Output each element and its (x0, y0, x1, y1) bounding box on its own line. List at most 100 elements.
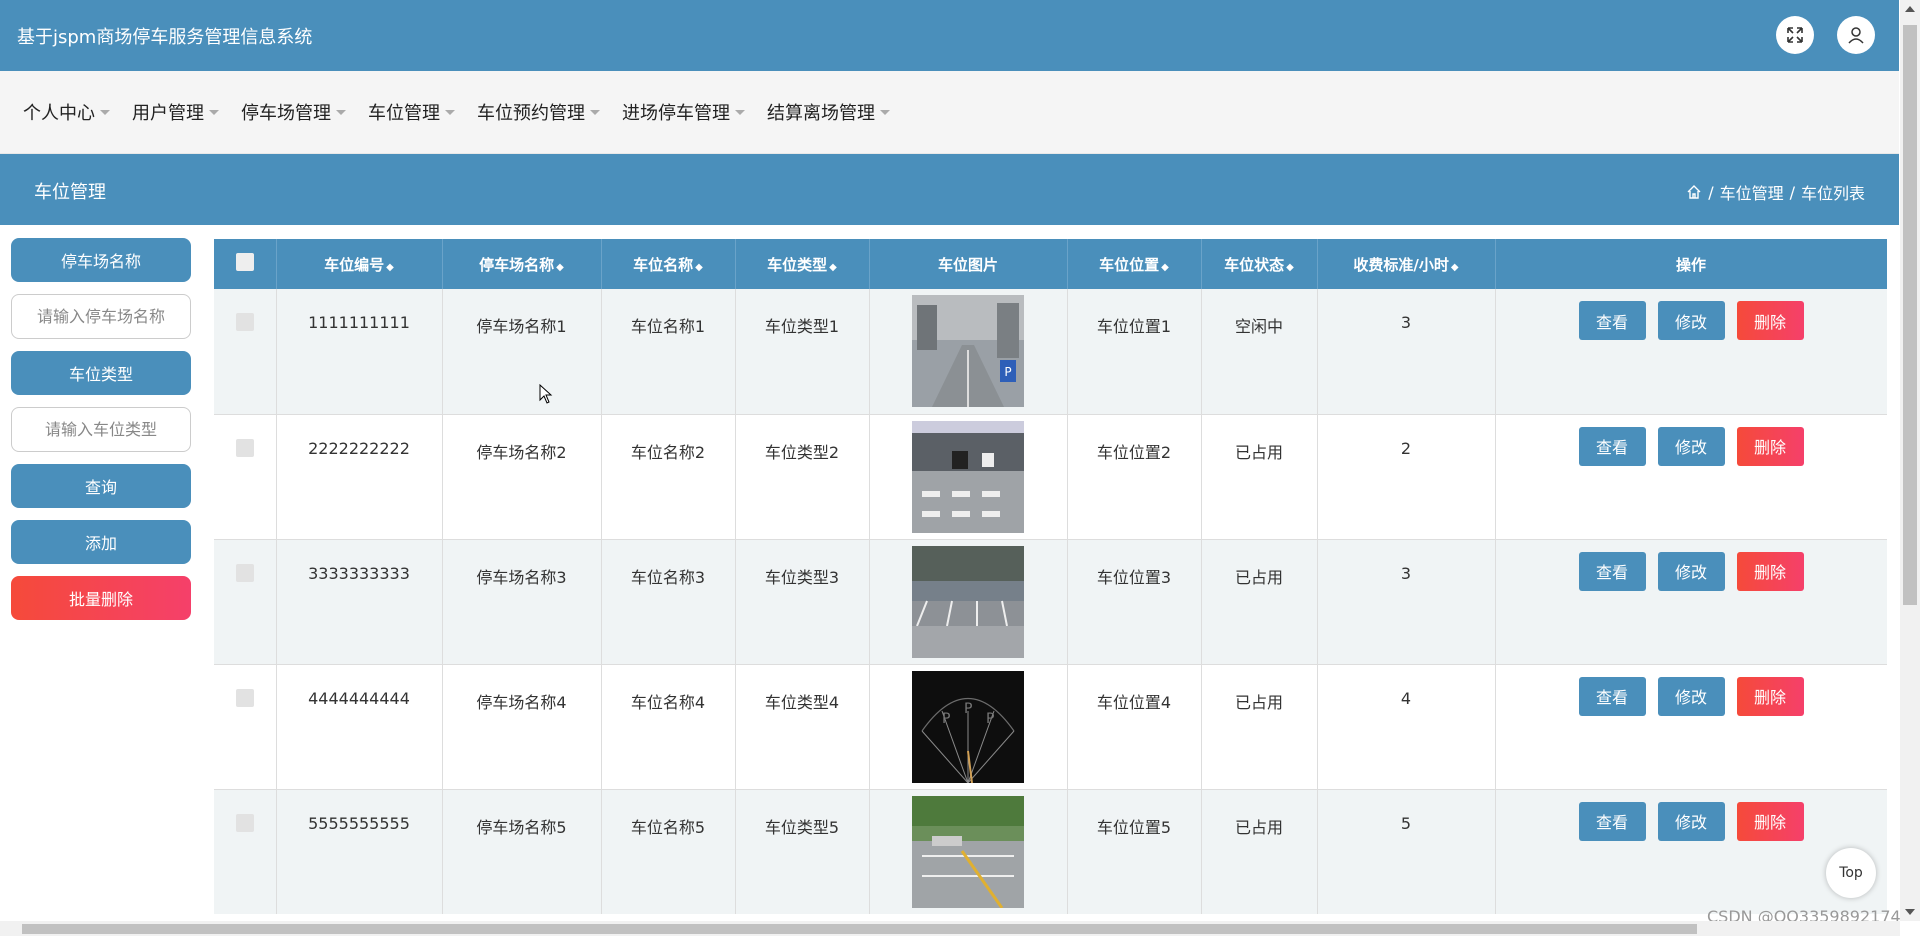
nav-label: 用户管理 (132, 103, 204, 124)
select-all-header (214, 239, 277, 289)
spot-position-cell: 车位位置4 (1067, 664, 1202, 790)
column-label: 车位编号 (324, 255, 385, 274)
row-checkbox[interactable] (235, 563, 254, 582)
row-select-cell (214, 414, 277, 540)
rate-cell: 3 (1317, 289, 1496, 415)
spot-status-cell: 已占用 (1201, 789, 1318, 914)
row-select-cell (214, 539, 277, 665)
spot-photo[interactable] (912, 420, 1024, 533)
spot-type-input[interactable] (11, 407, 191, 452)
column-header[interactable]: 收费标准/小时 ◆ (1317, 239, 1496, 289)
scrollbar-thumb[interactable] (22, 924, 1697, 934)
view-button[interactable]: 查看 (1578, 676, 1646, 716)
home-icon[interactable] (1686, 184, 1702, 200)
view-button[interactable]: 查看 (1578, 801, 1646, 841)
spot-photo[interactable] (912, 795, 1024, 908)
breadcrumb-separator: / (1708, 182, 1714, 202)
table-row: 2222222222 停车场名称2 车位名称2 车位类型2 车位位置2 已占用 … (214, 414, 1887, 540)
edit-button[interactable]: 修改 (1657, 551, 1725, 591)
column-label: 操作 (1675, 255, 1706, 274)
nav-item-personal-center[interactable]: 个人中心 (23, 99, 110, 125)
column-header[interactable]: 车位位置 ◆ (1067, 239, 1202, 289)
column-label: 车位类型 (767, 255, 828, 274)
view-button[interactable]: 查看 (1578, 301, 1646, 340)
spot-status-cell: 空闲中 (1201, 289, 1318, 415)
top-header: 基于jspm商场停车服务管理信息系统 (0, 0, 1899, 71)
nav-item-user-management[interactable]: 用户管理 (132, 99, 219, 125)
spot-name-cell: 车位名称2 (601, 414, 736, 540)
actions-cell: 查看 修改 删除 (1495, 789, 1887, 914)
row-select-cell (214, 664, 277, 790)
column-header[interactable]: 停车场名称 ◆ (442, 239, 602, 289)
user-icon[interactable] (1837, 16, 1875, 54)
spot-id-cell: 4444444444 (276, 664, 443, 790)
spot-type-cell: 车位类型3 (735, 539, 870, 665)
select-all-checkbox[interactable] (235, 253, 254, 271)
column-header[interactable]: 车位类型 ◆ (735, 239, 870, 289)
column-label: 车位位置 (1099, 255, 1160, 274)
sort-icon: ◆ (829, 261, 837, 273)
delete-button[interactable]: 删除 (1736, 301, 1804, 340)
spot-status-cell: 已占用 (1201, 539, 1318, 665)
spot-photo[interactable] (912, 545, 1024, 658)
table-row: 1111111111 停车场名称1 车位名称1 车位类型1 P 车位位置1 空闲… (214, 289, 1887, 415)
spot-type-label: 车位类型 (11, 351, 191, 395)
row-select-cell (214, 289, 277, 415)
spot-id-cell: 2222222222 (276, 414, 443, 540)
scrollbar-thumb[interactable] (1903, 25, 1917, 605)
sort-icon: ◆ (695, 261, 703, 273)
horizontal-scrollbar[interactable] (0, 921, 1900, 936)
column-label: 车位状态 (1224, 255, 1285, 274)
edit-button[interactable]: 修改 (1657, 301, 1725, 340)
edit-button[interactable]: 修改 (1657, 426, 1725, 466)
parking-name-input[interactable] (11, 294, 191, 339)
query-button[interactable]: 查询 (11, 464, 191, 508)
lot-name-cell: 停车场名称4 (442, 664, 602, 790)
chevron-down-icon (735, 109, 745, 115)
breadcrumb-item-spot-list: 车位列表 (1800, 184, 1865, 203)
delete-button[interactable]: 删除 (1736, 801, 1804, 841)
svg-text:P: P (986, 711, 994, 727)
scroll-up-icon[interactable] (1905, 6, 1915, 12)
scroll-down-icon[interactable] (1905, 909, 1915, 915)
chevron-down-icon (445, 109, 455, 115)
nav-item-reservation-management[interactable]: 车位预约管理 (477, 99, 600, 125)
column-header[interactable]: 车位名称 ◆ (601, 239, 736, 289)
sort-icon: ◆ (386, 261, 394, 273)
row-checkbox[interactable] (235, 688, 254, 707)
spot-position-cell: 车位位置3 (1067, 539, 1202, 665)
delete-button[interactable]: 删除 (1736, 426, 1804, 466)
view-button[interactable]: 查看 (1578, 426, 1646, 466)
row-checkbox[interactable] (235, 313, 254, 331)
nav-item-spot-management[interactable]: 车位管理 (368, 99, 455, 125)
spot-image-cell (869, 414, 1068, 540)
edit-button[interactable]: 修改 (1657, 676, 1725, 716)
breadcrumb-item-spot-management[interactable]: 车位管理 (1720, 180, 1784, 204)
nav-item-entry-management[interactable]: 进场停车管理 (622, 99, 745, 125)
column-header[interactable]: 车位状态 ◆ (1201, 239, 1318, 289)
column-header[interactable]: 车位编号 ◆ (276, 239, 443, 289)
column-label: 车位图片 (937, 255, 998, 274)
add-button[interactable]: 添加 (11, 520, 191, 564)
sort-icon: ◆ (1161, 261, 1169, 273)
svg-text:P: P (964, 701, 972, 717)
delete-button[interactable]: 删除 (1736, 551, 1804, 591)
batch-delete-button[interactable]: 批量删除 (11, 576, 191, 620)
row-checkbox[interactable] (235, 813, 254, 832)
spot-photo[interactable]: P (912, 295, 1024, 407)
edit-button[interactable]: 修改 (1657, 801, 1725, 841)
sort-icon: ◆ (1450, 261, 1459, 273)
spot-photo[interactable]: PPP (912, 670, 1024, 783)
view-button[interactable]: 查看 (1578, 551, 1646, 591)
row-checkbox[interactable] (235, 438, 254, 457)
delete-button[interactable]: 删除 (1736, 676, 1804, 716)
actions-cell: 查看 修改 删除 (1495, 414, 1887, 540)
breadcrumb-separator: / (1789, 182, 1795, 202)
nav-item-checkout-management[interactable]: 结算离场管理 (767, 99, 890, 125)
fullscreen-icon[interactable] (1776, 16, 1814, 54)
back-to-top-button[interactable]: Top (1826, 848, 1876, 898)
vertical-scrollbar[interactable] (1900, 0, 1920, 921)
nav-item-parking-lot-management[interactable]: 停车场管理 (241, 99, 346, 125)
sort-icon: ◆ (1286, 261, 1294, 273)
spot-image-cell (869, 789, 1068, 914)
